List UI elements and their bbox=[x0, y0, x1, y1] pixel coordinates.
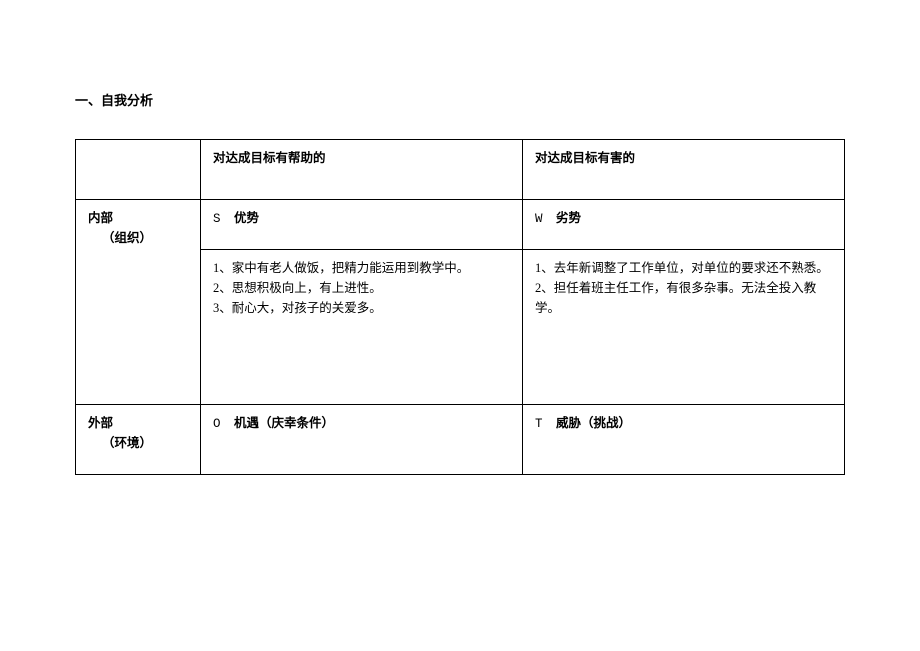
external-row: 外部 （环境） O 机遇（庆幸条件） T 威胁（挑战） bbox=[76, 405, 845, 475]
external-label-cell: 外部 （环境） bbox=[76, 405, 201, 475]
header-helpful: 对达成目标有帮助的 bbox=[201, 140, 523, 200]
weakness-content: 1、去年新调整了工作单位，对单位的要求还不熟悉。 2、担任着班主任工作，有很多杂… bbox=[523, 250, 845, 405]
internal-label-row: 内部 （组织） S 优势 W 劣势 bbox=[76, 200, 845, 250]
internal-label-sub: （组织） bbox=[88, 228, 188, 248]
section-title: 一、自我分析 bbox=[75, 90, 845, 109]
header-blank bbox=[76, 140, 201, 200]
swot-table: 对达成目标有帮助的 对达成目标有害的 内部 （组织） S 优势 W 劣势 1、家… bbox=[75, 139, 845, 475]
table-header-row: 对达成目标有帮助的 对达成目标有害的 bbox=[76, 140, 845, 200]
strength-label: 优势 bbox=[234, 211, 259, 225]
threat-label: 威胁（挑战） bbox=[556, 416, 631, 430]
opportunity-header: O 机遇（庆幸条件） bbox=[201, 405, 523, 475]
external-label-main: 外部 bbox=[88, 413, 188, 433]
strength-code: S bbox=[213, 212, 222, 226]
threat-header: T 威胁（挑战） bbox=[523, 405, 845, 475]
weakness-label: 劣势 bbox=[556, 211, 581, 225]
header-harmful: 对达成目标有害的 bbox=[523, 140, 845, 200]
internal-label-cell: 内部 （组织） bbox=[76, 200, 201, 405]
strength-header: S 优势 bbox=[201, 200, 523, 250]
weakness-header: W 劣势 bbox=[523, 200, 845, 250]
strength-content: 1、家中有老人做饭，把精力能运用到教学中。 2、思想积极向上，有上进性。 3、耐… bbox=[201, 250, 523, 405]
threat-code: T bbox=[535, 417, 544, 431]
opportunity-code: O bbox=[213, 417, 222, 431]
opportunity-label: 机遇（庆幸条件） bbox=[234, 416, 334, 430]
internal-label-main: 内部 bbox=[88, 208, 188, 228]
external-label-sub: （环境） bbox=[88, 433, 188, 453]
weakness-code: W bbox=[535, 212, 544, 226]
